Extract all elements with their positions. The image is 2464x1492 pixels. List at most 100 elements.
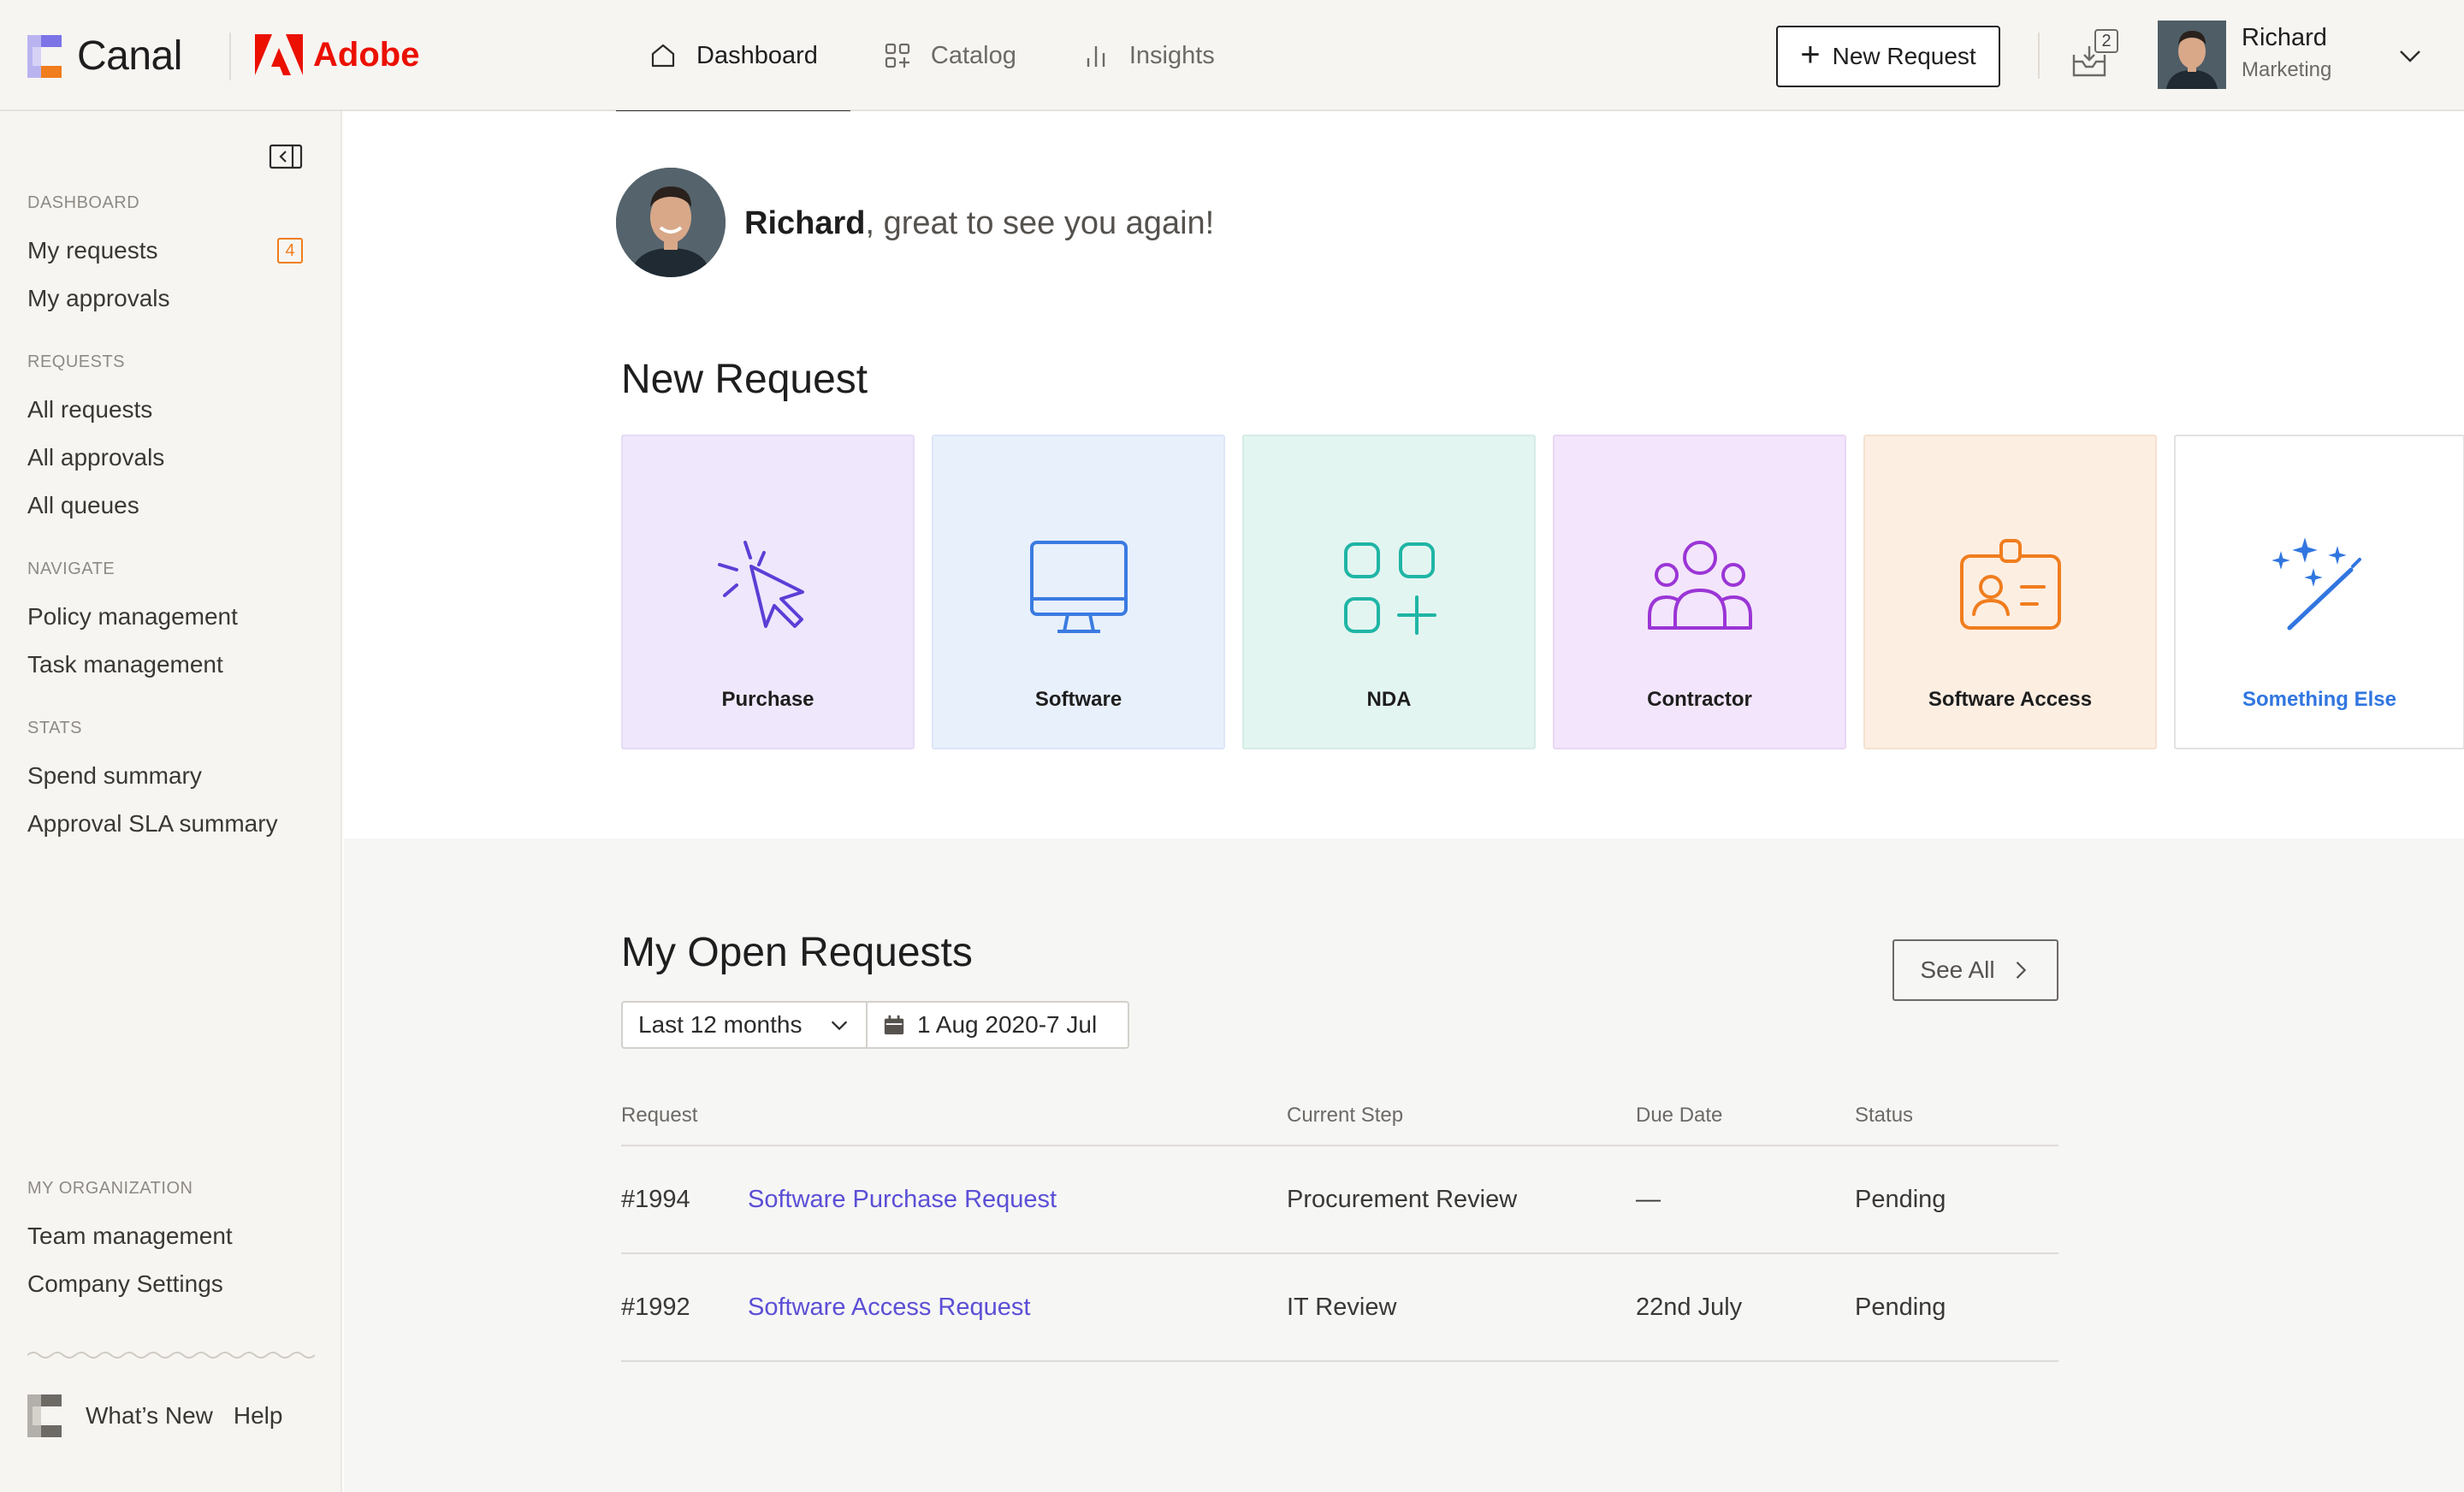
new-request-button[interactable]: + New Request [1776, 26, 2000, 87]
inbox-count-badge: 2 [2094, 29, 2118, 53]
sidebar-item-task-management[interactable]: Task management [27, 641, 303, 689]
sidebar-item-label: All requests [27, 396, 153, 423]
magic-wand-icon [2272, 537, 2361, 631]
sidebar-item-all-queues[interactable]: All queues [27, 482, 303, 530]
count-badge: 4 [277, 238, 303, 263]
sidebar-heading: MY ORGANIZATION [27, 1179, 193, 1198]
request-card-purchase[interactable]: Purchase [621, 435, 915, 749]
sidebar-item-company-settings[interactable]: Company Settings [27, 1260, 303, 1308]
sidebar-item-label: My approvals [27, 285, 170, 311]
collapse-sidebar-icon[interactable] [269, 142, 303, 171]
sidebar-section-dashboard: DASHBOARD My requests 4 My approvals [27, 193, 303, 323]
tab-catalog[interactable]: Catalog [850, 0, 1049, 111]
card-label: Contractor [1647, 688, 1752, 711]
status: Pending [1855, 1185, 1946, 1213]
logo-divider [229, 33, 231, 80]
greeting-text: Richard, great to see you again! [744, 205, 1214, 242]
date-range-value: 1 Aug 2020-7 Jul [917, 1011, 1098, 1038]
cursor-click-icon [717, 541, 804, 628]
sidebar-section-stats: STATS Spend summary Approval SLA summary [27, 719, 303, 848]
grid-icon [885, 43, 909, 68]
due-date: — [1636, 1185, 1661, 1213]
current-step: Procurement Review [1287, 1185, 1518, 1213]
request-card-software-access[interactable]: Software Access [1863, 435, 2157, 749]
date-range-picker[interactable]: 1 Aug 2020-7 Jul [868, 1003, 1128, 1047]
sidebar-item-spend-summary[interactable]: Spend summary [27, 752, 303, 800]
current-step: IT Review [1287, 1293, 1397, 1321]
request-card-contractor[interactable]: Contractor [1553, 435, 1846, 749]
column-header-due-date: Due Date [1636, 1104, 1723, 1127]
sidebar-item-label: My requests [27, 237, 158, 263]
see-all-button[interactable]: See All [1892, 939, 2058, 1001]
whats-new-link[interactable]: What’s New [86, 1402, 213, 1430]
request-type-cards: Purchase Software NDA Contractor Softwar… [621, 435, 2464, 749]
sidebar-heading: REQUESTS [27, 352, 126, 371]
inbox-button[interactable]: 2 [2070, 29, 2125, 80]
bar-chart-icon [1087, 46, 1105, 67]
sidebar-item-label: Task management [27, 651, 223, 678]
column-header-request: Request [621, 1104, 698, 1127]
sidebar-section-navigate: NAVIGATE Policy management Task manageme… [27, 560, 303, 689]
tab-insights[interactable]: Insights [1049, 0, 1247, 111]
card-label: NDA [1366, 688, 1412, 711]
sidebar-item-all-requests[interactable]: All requests [27, 386, 303, 434]
column-header-status: Status [1855, 1104, 1914, 1127]
tab-dashboard[interactable]: Dashboard [616, 0, 850, 113]
tab-label: Dashboard [696, 41, 818, 69]
people-icon [1647, 541, 1752, 630]
request-link[interactable]: Software Access Request [748, 1294, 1287, 1322]
sidebar-item-team-management[interactable]: Team management [27, 1212, 303, 1260]
tab-label: Insights [1128, 41, 1215, 69]
new-request-label: New Request [1832, 43, 1976, 69]
calendar-icon [884, 1015, 904, 1035]
sidebar-item-label: Policy management [27, 603, 238, 630]
greeting-name: Richard [744, 205, 866, 241]
request-id: #1992 [621, 1293, 690, 1321]
sidebar-section-my-organization: MY ORGANIZATION Team management Company … [27, 1179, 303, 1308]
partner-name: Adobe [313, 35, 420, 74]
canal-logo[interactable]: Canal [27, 33, 182, 80]
user-name[interactable]: Richard [2242, 24, 2327, 52]
period-select[interactable]: Last 12 months [623, 1003, 868, 1047]
column-header-current-step: Current Step [1287, 1104, 1404, 1127]
new-request-title: New Request [621, 357, 868, 402]
open-requests-title: My Open Requests [621, 930, 973, 975]
wavy-divider [27, 1352, 315, 1359]
due-date: 22nd July [1636, 1293, 1743, 1321]
request-id: #1994 [621, 1185, 690, 1213]
sidebar-item-policy-management[interactable]: Policy management [27, 593, 303, 641]
status: Pending [1855, 1293, 1946, 1321]
top-header: Canal Adobe Dashboard Catalog Insights +… [0, 0, 2464, 113]
sidebar-item-my-requests[interactable]: My requests 4 [27, 227, 303, 275]
sidebar-item-approval-sla-summary[interactable]: Approval SLA summary [27, 800, 303, 848]
canal-mark-icon [27, 1394, 62, 1437]
table-row[interactable]: #1994 Software Purchase Request Procurem… [621, 1146, 2058, 1254]
date-filter: Last 12 months 1 Aug 2020-7 Jul [621, 1001, 1129, 1049]
table-row[interactable]: #1992 Software Access Request IT Review … [621, 1254, 2058, 1362]
request-card-something-else[interactable]: Something Else [2174, 435, 2464, 749]
adobe-logo: Adobe [255, 34, 419, 75]
tab-label: Catalog [930, 41, 1016, 69]
card-label: Purchase [721, 688, 814, 711]
request-card-software[interactable]: Software [932, 435, 1225, 749]
adobe-logo-icon [255, 34, 303, 75]
sidebar-heading: STATS [27, 719, 82, 737]
sidebar-item-my-approvals[interactable]: My approvals [27, 275, 303, 323]
sidebar-item-all-approvals[interactable]: All approvals [27, 434, 303, 482]
request-link[interactable]: Software Purchase Request [748, 1186, 1287, 1214]
apps-add-icon [1343, 542, 1436, 635]
greeting-message: , great to see you again! [865, 205, 1215, 241]
chevron-down-icon [831, 1021, 848, 1031]
sidebar-item-label: Spend summary [27, 762, 202, 789]
sidebar-item-label: Team management [27, 1223, 233, 1249]
user-photo [616, 168, 726, 277]
chevron-down-icon[interactable] [2396, 41, 2425, 70]
avatar[interactable] [2158, 21, 2226, 89]
sidebar-item-label: Company Settings [27, 1270, 223, 1297]
help-link[interactable]: Help [234, 1402, 283, 1430]
request-card-nda[interactable]: NDA [1242, 435, 1536, 749]
home-icon [651, 44, 675, 68]
table-header: Request Current Step Due Date Status [621, 1086, 2058, 1146]
id-badge-icon [1959, 539, 2061, 630]
user-photo [2158, 21, 2226, 89]
